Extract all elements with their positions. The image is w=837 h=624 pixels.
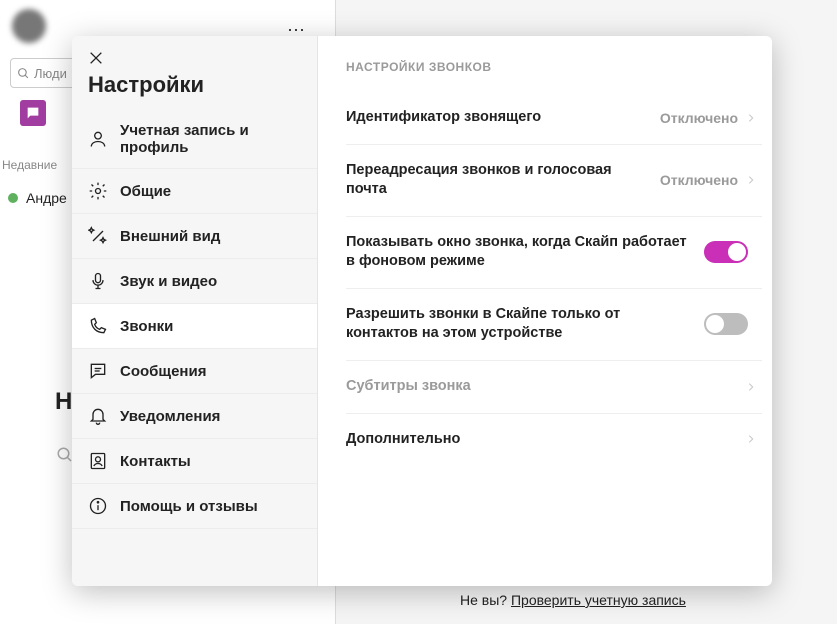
forward-value: Отключено xyxy=(660,172,738,188)
section-letter: Н xyxy=(55,388,72,416)
section-header: НАСТРОЙКИ ЗВОНКОВ xyxy=(346,60,762,74)
presence-online-icon xyxy=(8,193,18,203)
settings-content: НАСТРОЙКИ ЗВОНКОВ Идентификатор звонящег… xyxy=(318,36,772,586)
settings-dialog: Настройки Учетная запись и профиль Общие… xyxy=(72,36,772,586)
nav-messages[interactable]: Сообщения xyxy=(72,349,317,394)
chevron-right-icon xyxy=(746,172,756,188)
chevron-right-icon xyxy=(746,431,756,447)
row-call-subtitles[interactable]: Субтитры звонка xyxy=(346,361,762,414)
settings-sidebar: Настройки Учетная запись и профиль Общие… xyxy=(72,36,318,586)
contacts-icon xyxy=(88,451,108,471)
recent-label: Недавние xyxy=(0,158,57,172)
settings-nav: Учетная запись и профиль Общие Внешний в… xyxy=(72,110,317,586)
chevron-right-icon xyxy=(746,379,756,395)
contact-name: Андре xyxy=(26,190,67,206)
row-call-forwarding[interactable]: Переадресация звонков и голосовая почта … xyxy=(346,145,762,217)
settings-title: Настройки xyxy=(72,70,317,110)
toggle-show-call-window[interactable] xyxy=(704,241,748,263)
search-placeholder: Люди xyxy=(34,66,67,81)
nav-notifications[interactable]: Уведомления xyxy=(72,394,317,439)
contact-item[interactable]: Андре xyxy=(8,190,67,206)
row-caller-id[interactable]: Идентификатор звонящего Отключено xyxy=(346,92,762,145)
bell-icon xyxy=(88,406,108,426)
toggle-contacts-only[interactable] xyxy=(704,313,748,335)
close-button[interactable] xyxy=(72,36,317,70)
chevron-right-icon xyxy=(746,110,756,126)
account-icon xyxy=(88,129,108,149)
avatar[interactable] xyxy=(12,9,46,43)
chat-tab-icon[interactable] xyxy=(20,100,46,126)
footer-message: Не вы? Проверить учетную запись xyxy=(460,592,686,608)
mic-icon xyxy=(88,271,108,291)
nav-appearance[interactable]: Внешний вид xyxy=(72,214,317,259)
row-advanced[interactable]: Дополнительно xyxy=(346,414,762,466)
message-icon xyxy=(88,361,108,381)
info-icon xyxy=(88,496,108,516)
nav-audio-video[interactable]: Звук и видео xyxy=(72,259,317,304)
verify-account-link[interactable]: Проверить учетную запись xyxy=(511,592,686,608)
row-show-call-window[interactable]: Показывать окно звонка, когда Скайп рабо… xyxy=(346,217,762,289)
nav-help[interactable]: Помощь и отзывы xyxy=(72,484,317,529)
wand-icon xyxy=(88,226,108,246)
gear-icon xyxy=(88,181,108,201)
nav-calls[interactable]: Звонки xyxy=(72,304,317,349)
nav-account[interactable]: Учетная запись и профиль xyxy=(72,110,317,169)
nav-contacts[interactable]: Контакты xyxy=(72,439,317,484)
caller-id-value: Отключено xyxy=(660,110,738,126)
nav-general[interactable]: Общие xyxy=(72,169,317,214)
row-contacts-only[interactable]: Разрешить звонки в Скайпе только от конт… xyxy=(346,289,762,361)
phone-icon xyxy=(88,316,108,336)
